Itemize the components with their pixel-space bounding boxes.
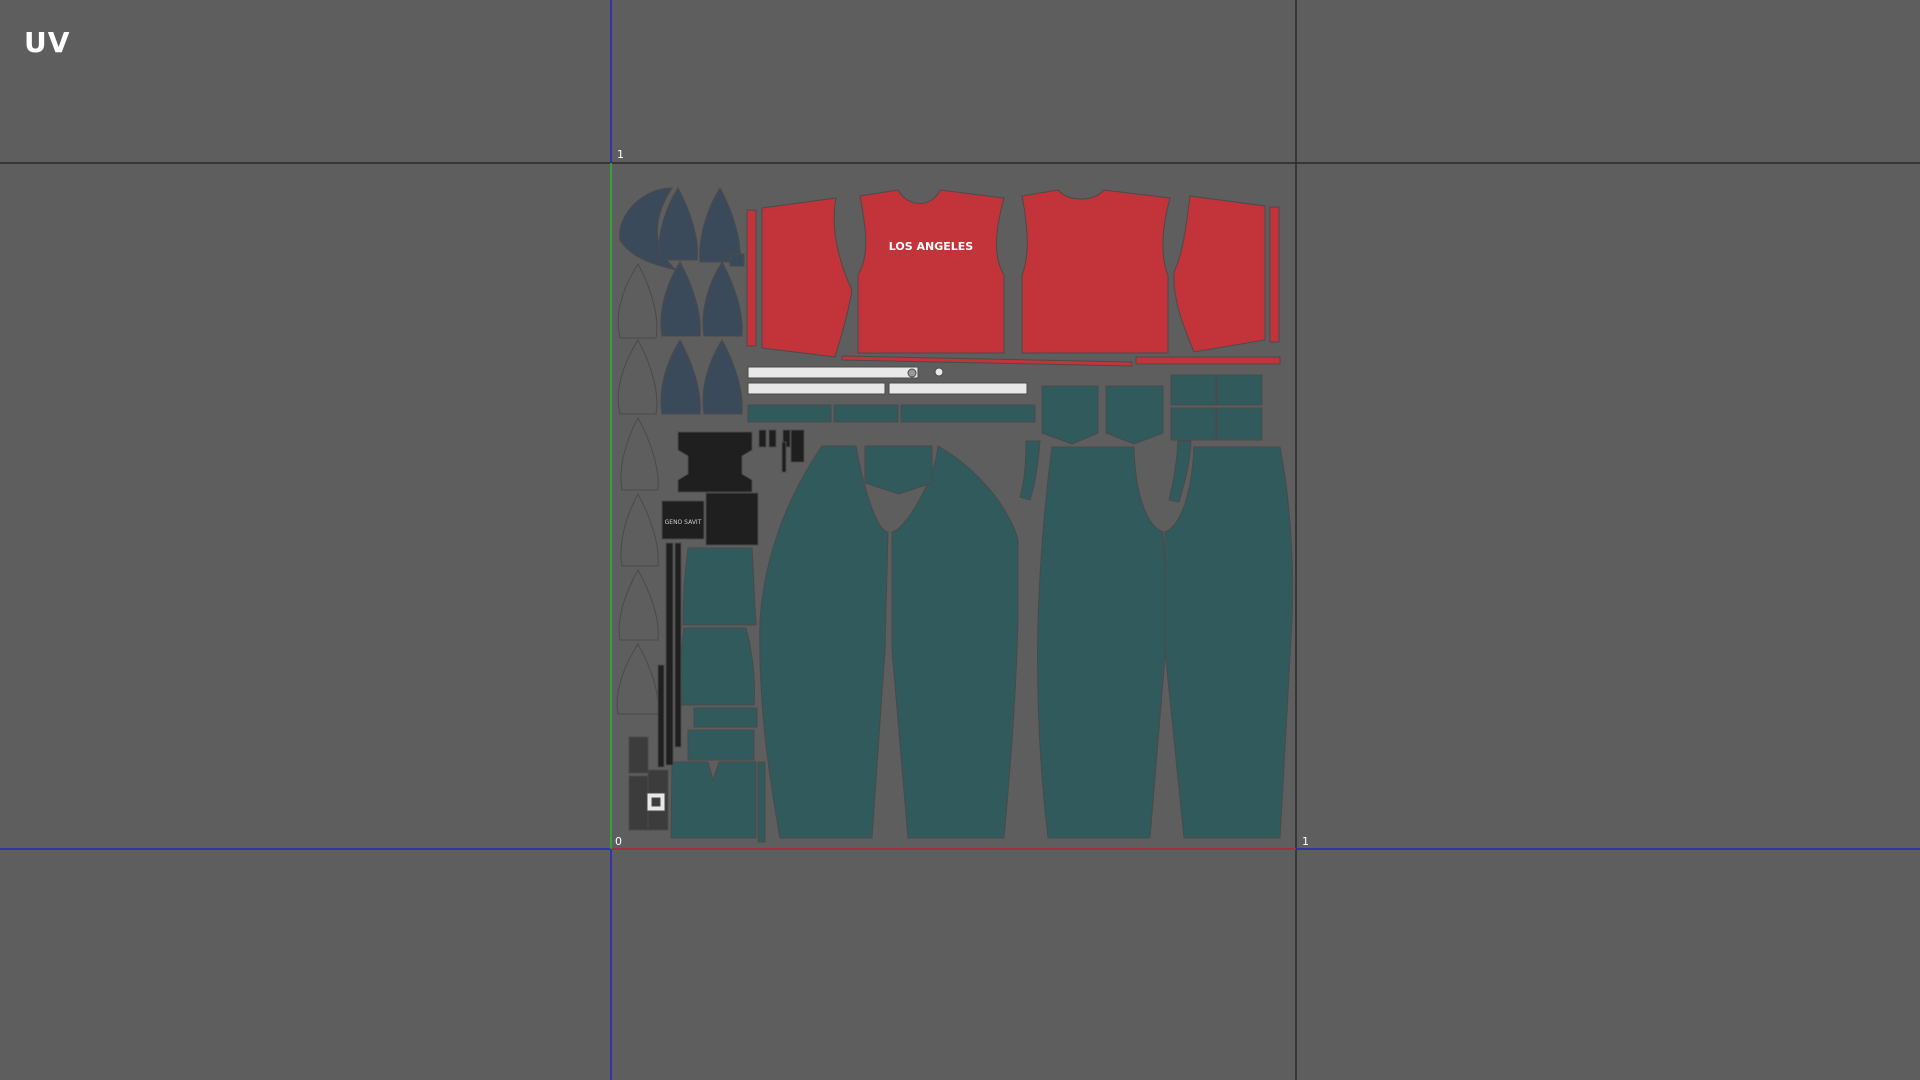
pants-seam-left[interactable] — [1019, 440, 1041, 501]
pants-strip-2[interactable] — [833, 404, 899, 423]
cap-lining-1[interactable] — [617, 263, 658, 339]
pants-front-left[interactable] — [759, 445, 889, 839]
uv-layout-canvas[interactable]: LOS ANGELES GENO SAVIT 1 1 0 — [0, 0, 1920, 1080]
pants-patch-3[interactable] — [1170, 407, 1217, 441]
cap-lining-4[interactable] — [620, 492, 659, 567]
axis-label-origin: 0 — [615, 835, 622, 848]
shirt-back-panel[interactable] — [1021, 189, 1171, 354]
pants-back-right[interactable] — [1164, 446, 1293, 839]
pants-narrow-strip[interactable] — [757, 761, 766, 843]
cap-lining-3[interactable] — [620, 416, 659, 491]
cap-panel-4[interactable] — [702, 261, 743, 337]
uv-editor-viewport[interactable]: UV LOS ANGELES GENO SAVIT 1 1 0 — [0, 0, 1920, 1080]
shirt-sleeve-left[interactable] — [761, 197, 853, 358]
cap-lining-5[interactable] — [618, 568, 659, 641]
pants-small-piece-5[interactable] — [670, 761, 757, 839]
pants-strip-3[interactable] — [900, 404, 1036, 423]
label-block[interactable] — [705, 492, 759, 546]
cap-strap-small[interactable] — [729, 253, 745, 267]
strap-tab-1[interactable] — [758, 429, 767, 448]
cap-panel-3[interactable] — [660, 261, 701, 337]
cap-lining-6[interactable] — [616, 643, 659, 715]
waistband-islands — [747, 366, 1028, 395]
pants-back-left[interactable] — [1037, 446, 1169, 839]
detail-piece-1[interactable] — [628, 736, 649, 774]
pants-patch-1[interactable] — [1170, 374, 1217, 406]
pants-strip-1[interactable] — [747, 404, 832, 423]
waistband-strip-right[interactable] — [888, 382, 1028, 395]
axis-label-v-one: 1 — [617, 148, 624, 161]
pants-pocket-2[interactable] — [1105, 385, 1164, 445]
pants-patch-4[interactable] — [1216, 407, 1263, 441]
detail-tag-inner[interactable] — [651, 797, 661, 807]
pants-front-right[interactable] — [891, 445, 1019, 839]
strap-buckle-piece[interactable] — [677, 431, 753, 493]
pants-small-piece-4[interactable] — [687, 729, 755, 761]
strap-long-2[interactable] — [674, 542, 682, 748]
strap-long-1[interactable] — [665, 542, 674, 766]
shirt-strip-left[interactable] — [746, 209, 757, 347]
pants-fly-piece[interactable] — [864, 445, 933, 495]
strap-stick[interactable] — [781, 441, 787, 473]
detail-piece-2[interactable] — [628, 775, 649, 831]
shirt-strip-right[interactable] — [1269, 206, 1280, 343]
cap-lining-2[interactable] — [617, 339, 658, 415]
pants-small-piece-3[interactable] — [693, 707, 758, 728]
strap-long-3[interactable] — [657, 664, 665, 768]
shirt-hem-strip-long[interactable] — [841, 355, 1133, 367]
pants-small-piece-1[interactable] — [682, 547, 757, 626]
cap-panel-2[interactable] — [699, 187, 741, 263]
shirt-hem-strip-right[interactable] — [1135, 356, 1281, 365]
waistband-button[interactable] — [907, 368, 917, 378]
waistband-strip-left[interactable] — [747, 382, 886, 395]
shirt-islands — [746, 189, 1281, 367]
cap-panel-5[interactable] — [660, 339, 701, 415]
waistband-strip-top[interactable] — [747, 366, 919, 379]
pants-small-piece-2[interactable] — [680, 627, 755, 706]
strap-tab-2[interactable] — [768, 429, 777, 448]
shirt-front-panel[interactable] — [857, 189, 1005, 354]
label-small-print: GENO SAVIT — [665, 519, 702, 526]
shirt-print-text: LOS ANGELES — [889, 240, 974, 253]
pants-patch-2[interactable] — [1216, 374, 1263, 406]
axis-label-u-one: 1 — [1302, 835, 1309, 848]
pants-pocket-1[interactable] — [1041, 385, 1099, 445]
waistband-rivet[interactable] — [934, 367, 944, 377]
shirt-sleeve-right[interactable] — [1173, 195, 1266, 353]
cap-panel-6[interactable] — [702, 339, 743, 415]
strap-tab-4[interactable] — [790, 429, 805, 463]
